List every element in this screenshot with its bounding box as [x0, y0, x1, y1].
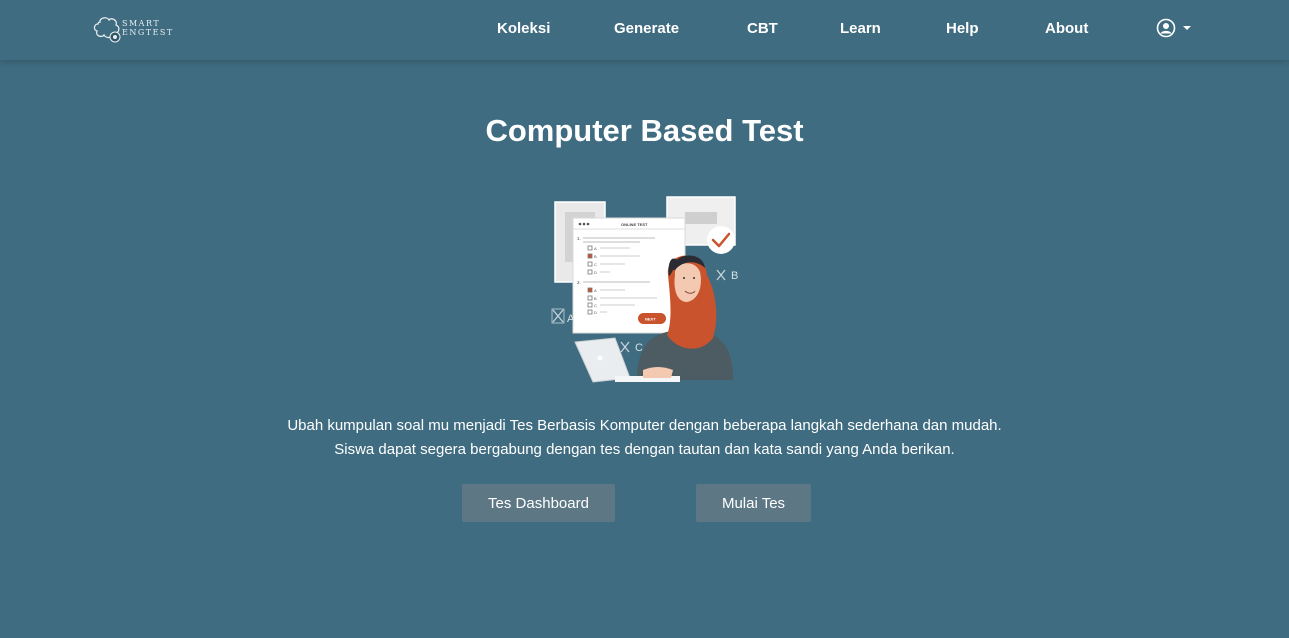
nav-item-learn[interactable]: Learn: [840, 20, 881, 37]
q2-option-b: B: [594, 296, 597, 301]
caret-down-icon: [1183, 26, 1191, 30]
brand-name: SMART ENGTEST: [122, 19, 174, 37]
sheet-header: ONLINE TEST: [621, 222, 648, 227]
q2-option-a: A: [594, 288, 597, 293]
floating-letter-a: A: [567, 313, 575, 325]
svg-text:2.: 2.: [577, 280, 581, 285]
logo-icon: [93, 17, 121, 43]
test-dashboard-button[interactable]: Tes Dashboard: [462, 484, 615, 522]
brand-line-1: SMART: [122, 19, 161, 28]
top-navbar: SMART ENGTEST Koleksi Generate CBT Learn…: [0, 0, 1289, 60]
q1-option-d: D: [594, 270, 597, 275]
page-description: Ubah kumpulan soal mu menjadi Tes Berbas…: [0, 414, 1289, 462]
q1-option-a: A: [594, 246, 597, 251]
q1-option-b: B: [594, 254, 597, 259]
user-menu-dropdown[interactable]: [1156, 18, 1191, 38]
nav-item-generate[interactable]: Generate: [614, 20, 679, 37]
brand-logo[interactable]: SMART ENGTEST: [90, 10, 190, 46]
description-line-1: Ubah kumpulan soal mu menjadi Tes Berbas…: [287, 417, 1002, 434]
svg-text:1.: 1.: [577, 236, 581, 241]
nav-item-cbt[interactable]: CBT: [747, 20, 778, 37]
q2-option-c: C: [594, 303, 597, 308]
floating-letter-b: B: [731, 270, 738, 282]
nav-item-help[interactable]: Help: [946, 20, 979, 37]
start-test-button[interactable]: Mulai Tes: [696, 484, 811, 522]
page-title: Computer Based Test: [485, 113, 804, 148]
sheet-next-button: NEXT: [645, 317, 656, 322]
q2-option-d: D: [594, 310, 597, 315]
nav-item-about[interactable]: About: [1045, 20, 1088, 37]
q1-option-c: C: [594, 262, 597, 267]
brand-line-2: ENGTEST: [122, 28, 174, 37]
online-test-illustration: ONLINE TEST 1. A B C D 2. A B C D NEXT A…: [551, 196, 738, 383]
user-circle-icon: [1156, 18, 1176, 38]
nav-item-koleksi[interactable]: Koleksi: [497, 20, 550, 37]
description-line-2: Siswa dapat segera bergabung dengan tes …: [334, 441, 955, 458]
